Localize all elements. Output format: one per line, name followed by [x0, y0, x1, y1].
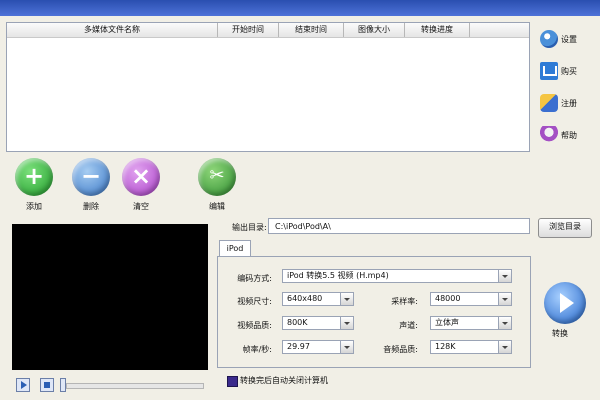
edit-label: 编辑 [209, 202, 225, 211]
chevron-down-icon [498, 293, 511, 305]
channel-label: 声道: [399, 321, 418, 330]
fps-select[interactable]: 29.97 [282, 340, 354, 354]
file-list-header: 多媒体文件名称 开始时间 结束时间 图像大小 转换进度 [7, 23, 529, 38]
key-icon [540, 94, 558, 112]
audio-quality-label: 音频品质: [383, 345, 418, 354]
add-label: 添加 [26, 202, 42, 211]
help-icon [540, 126, 558, 144]
output-dir-label: 输出目录: [232, 223, 267, 232]
sample-rate-select[interactable]: 48000 [430, 292, 512, 306]
video-size-label: 视频尺寸: [237, 297, 272, 306]
clear-button[interactable]: × 清空 [118, 158, 164, 212]
settings-button[interactable]: 设置 [540, 30, 596, 48]
cart-icon [540, 62, 558, 80]
clear-label: 清空 [133, 202, 149, 211]
video-quality-label: 视频品质: [237, 321, 272, 330]
video-size-select[interactable]: 640x480 [282, 292, 354, 306]
format-value: iPod 转换5.5 视频 (H.mp4) [287, 271, 389, 280]
audio-quality-value: 128K [435, 342, 456, 351]
column-header-filename[interactable]: 多媒体文件名称 [7, 23, 218, 37]
register-label: 注册 [561, 98, 577, 108]
column-header-end[interactable]: 结束时间 [279, 23, 344, 37]
side-menu: 设置 购买 注册 帮助 [540, 30, 596, 158]
fps-value: 29.97 [287, 342, 310, 351]
browse-button[interactable]: 浏览目录 [538, 218, 592, 238]
auto-shutdown-checkbox[interactable] [227, 376, 238, 387]
channel-value: 立体声 [435, 318, 459, 327]
column-header-start[interactable]: 开始时间 [218, 23, 279, 37]
chevron-down-icon [498, 317, 511, 329]
sample-rate-value: 48000 [435, 294, 461, 303]
buy-button[interactable]: 购买 [540, 62, 596, 80]
gear-icon [540, 30, 558, 48]
column-header-filler [470, 23, 529, 37]
audio-quality-select[interactable]: 128K [430, 340, 512, 354]
chevron-down-icon [498, 341, 511, 353]
add-button[interactable]: + 添加 [11, 158, 57, 212]
file-list[interactable]: 多媒体文件名称 开始时间 结束时间 图像大小 转换进度 [6, 22, 530, 152]
column-header-progress[interactable]: 转换进度 [405, 23, 470, 37]
video-quality-value: 800K [287, 318, 308, 327]
tab-ipod[interactable]: iPod [219, 240, 251, 257]
column-header-size[interactable]: 图像大小 [344, 23, 405, 37]
scissors-icon: ✂ [198, 158, 236, 196]
chevron-down-icon [498, 270, 511, 282]
convert-button[interactable] [544, 282, 586, 324]
channel-select[interactable]: 立体声 [430, 316, 512, 330]
register-button[interactable]: 注册 [540, 94, 596, 112]
help-button[interactable]: 帮助 [540, 126, 596, 144]
stop-icon[interactable] [40, 378, 54, 392]
chevron-down-icon [340, 341, 353, 353]
format-select[interactable]: iPod 转换5.5 视频 (H.mp4) [282, 269, 512, 283]
edit-button[interactable]: ✂ 编辑 [194, 158, 240, 212]
plus-icon: + [15, 158, 53, 196]
sample-rate-label: 采样率: [391, 297, 418, 306]
seek-slider[interactable] [66, 383, 204, 389]
video-size-value: 640x480 [287, 294, 323, 303]
video-quality-select[interactable]: 800K [282, 316, 354, 330]
close-icon: × [122, 158, 160, 196]
format-label: 编码方式: [237, 274, 272, 283]
buy-label: 购买 [561, 66, 577, 76]
output-dir-field[interactable]: C:\iPod\Pod\A\ [268, 218, 530, 234]
auto-shutdown-label: 转换完后自动关闭计算机 [240, 376, 328, 385]
delete-label: 删除 [83, 202, 99, 211]
help-label: 帮助 [561, 130, 577, 140]
title-bar [0, 0, 600, 16]
chevron-down-icon [340, 317, 353, 329]
fps-label: 帧率/秒: [242, 345, 272, 354]
delete-button[interactable]: − 删除 [68, 158, 114, 212]
chevron-down-icon [340, 293, 353, 305]
convert-label: 转换 [552, 329, 568, 338]
settings-label: 设置 [561, 34, 577, 44]
video-preview [12, 224, 208, 370]
minus-icon: − [72, 158, 110, 196]
play-icon[interactable] [16, 378, 30, 392]
seek-slider-thumb[interactable] [60, 378, 66, 392]
